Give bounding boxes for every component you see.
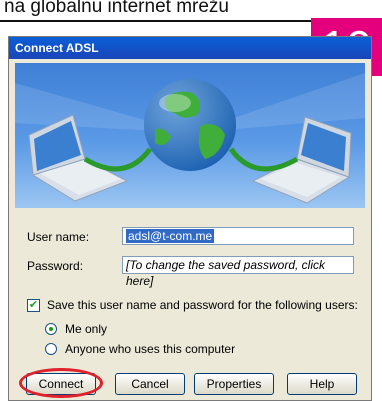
save-credentials-label: Save this user name and password for the… — [47, 298, 358, 312]
password-field[interactable]: [To change the saved password, click her… — [122, 256, 354, 288]
cancel-button[interactable]: Cancel — [115, 373, 185, 395]
connect-highlight-ring — [19, 368, 103, 398]
network-illustration — [15, 73, 365, 204]
properties-button[interactable]: Properties — [194, 373, 274, 395]
radio-me-only[interactable] — [45, 323, 57, 335]
connect-dialog: Connect ADSL User name: adsl@t-com.me Pa… — [8, 36, 372, 401]
radio-anyone[interactable] — [45, 343, 57, 355]
dialog-title[interactable]: Connect ADSL — [9, 37, 371, 59]
save-credentials-checkbox[interactable]: ✔ — [27, 299, 40, 312]
username-label: User name: — [27, 230, 90, 244]
radio-anyone-label: Anyone who uses this computer — [65, 342, 236, 356]
globe-icon — [144, 79, 236, 171]
password-label: Password: — [27, 259, 84, 273]
page-caption: na globalnu internet mrežu — [0, 0, 320, 22]
help-button[interactable]: Help — [287, 373, 357, 395]
username-field[interactable]: adsl@t-com.me — [122, 227, 354, 245]
laptop-right-icon — [251, 116, 352, 204]
radio-me-only-label: Me only — [65, 322, 108, 336]
network-banner — [15, 63, 365, 208]
username-value: adsl@t-com.me — [126, 229, 215, 243]
